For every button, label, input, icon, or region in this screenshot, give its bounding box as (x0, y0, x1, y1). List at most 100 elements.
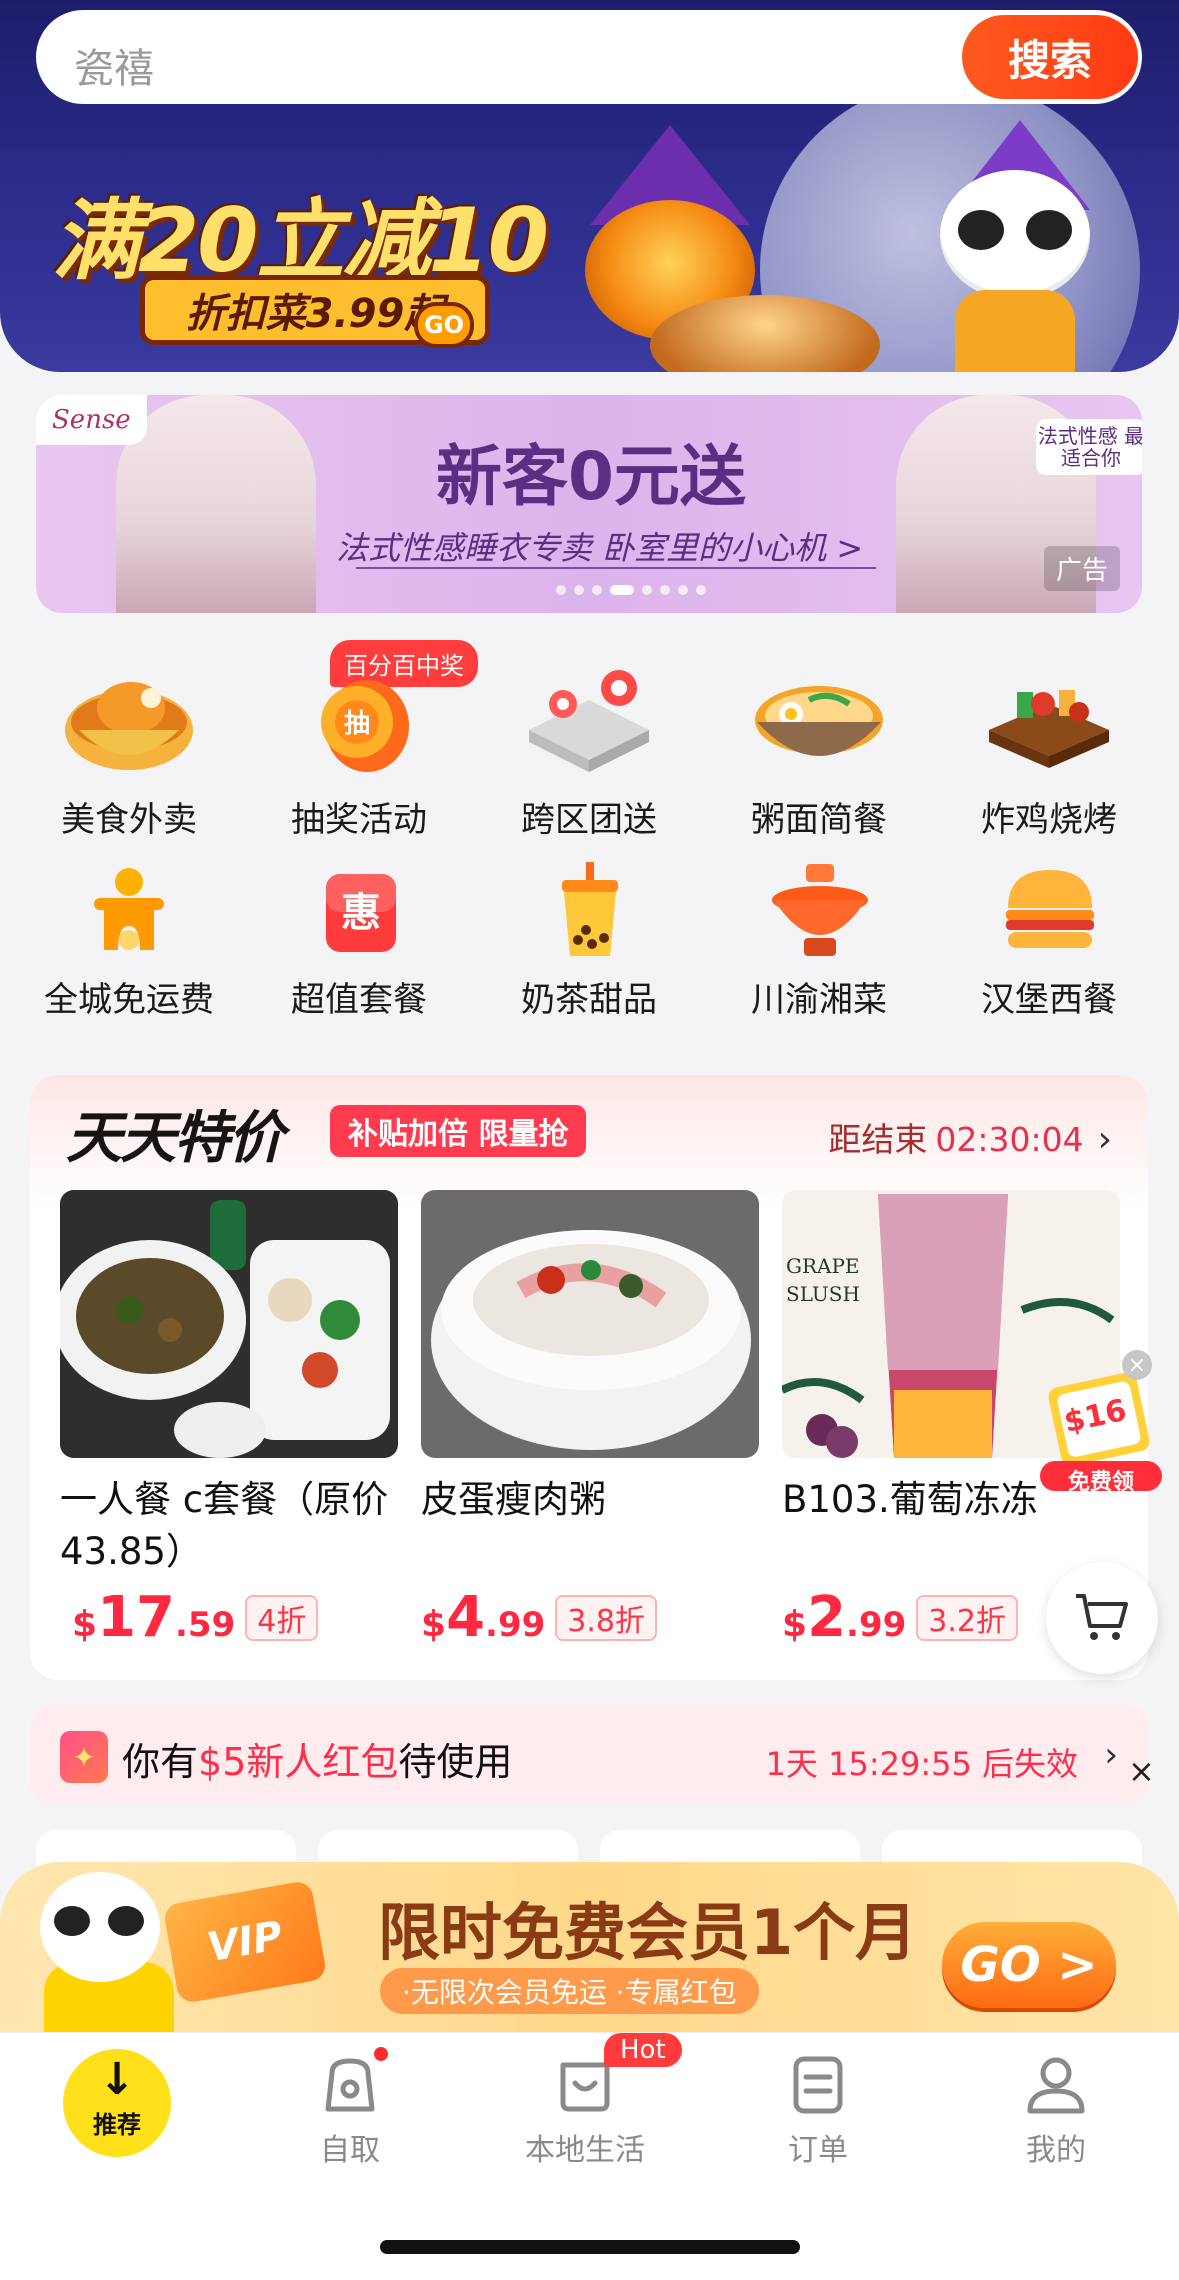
tab-local-life[interactable]: 本地生活 (485, 2053, 685, 2169)
search-input[interactable]: 瓷禧 (74, 36, 154, 94)
category-label: 全城免运费 (44, 980, 214, 1020)
category-porridge-noodles[interactable]: 粥面简餐 (704, 660, 934, 841)
red-packet-text: 你有$5新人红包待使用 (122, 1740, 513, 1784)
search-bar[interactable]: 瓷禧 搜索 (36, 10, 1142, 104)
ad-label: 广告 (1043, 546, 1120, 591)
scooter-icon (74, 860, 184, 960)
bag-icon (318, 2053, 382, 2117)
category-sichuan-hunan[interactable]: 川渝湘菜 (704, 860, 934, 1021)
category-label: 跨区团送 (521, 800, 657, 840)
map-pin-icon (519, 660, 659, 780)
lottery-icon: 抽 (289, 660, 429, 780)
close-icon[interactable]: × (1122, 1350, 1152, 1380)
panda-mascot (940, 170, 1090, 300)
category-label: 汉堡西餐 (981, 980, 1117, 1020)
discount-badge: 3.2折 (916, 1594, 1018, 1641)
panda-mascot (40, 1872, 160, 1982)
category-label: 奶茶甜品 (521, 980, 657, 1020)
vip-go-button[interactable]: GO > (942, 1922, 1116, 2008)
red-packet-icon: ✦ (60, 1731, 108, 1783)
vip-title: 限时免费会员1个月 (378, 1896, 918, 1969)
home-indicator[interactable] (380, 2240, 800, 2254)
tab-label: 本地生活 (525, 2133, 645, 2168)
deal-item-image (421, 1190, 759, 1458)
deals-countdown[interactable]: 距结束 02:30:04 › (828, 1113, 1112, 1161)
cart-button[interactable] (1046, 1562, 1158, 1674)
tab-label: 推荐 (93, 2111, 141, 2139)
bubble-tea-icon (534, 860, 644, 960)
vip-subtitle: ·无限次会员免运 ·专属红包 (380, 1968, 759, 2014)
red-packet-expire: 1天 15:29:55 后失效 (765, 1745, 1078, 1783)
deal-item-price: $4.99 3.8折 (421, 1585, 657, 1650)
red-packet-bar[interactable]: ✦ 你有$5新人红包待使用 1天 15:29:55 后失效 › (30, 1705, 1148, 1805)
ad-title: 新客0元送 (436, 438, 746, 515)
coupon-float[interactable]: $16 免费领 (1040, 1365, 1162, 1495)
user-icon (1024, 2053, 1088, 2117)
close-icon[interactable]: × (1128, 1752, 1155, 1790)
deal-item-name: 皮蛋瘦肉粥 (421, 1478, 606, 1521)
slush-label: GRAPE SLUSH (786, 1254, 860, 1306)
discount-icon: 惠 (304, 860, 414, 960)
category-fried-bbq[interactable]: 炸鸡烧烤 (934, 660, 1164, 841)
deal-item-name: 一人餐 c套餐（原价43.85） (60, 1478, 389, 1573)
category-cross-district[interactable]: 跨区团送 (474, 660, 704, 841)
arrow-down-icon: ↓ (98, 2054, 136, 2105)
deal-item-price: $17.59 4折 (72, 1585, 319, 1650)
promo-go-badge[interactable]: GO (414, 302, 474, 348)
deal-item[interactable]: 皮蛋瘦肉粥 (421, 1190, 759, 1526)
deal-item-image (60, 1190, 398, 1458)
chevron-right-icon: › (1097, 1119, 1112, 1160)
category-lottery[interactable]: 抽 抽奖活动 (244, 660, 474, 841)
category-milk-tea[interactable]: 奶茶甜品 (474, 860, 704, 1021)
countdown-time: 02:30:04 (935, 1120, 1084, 1159)
vip-banner[interactable]: VIP 限时免费会员1个月 ·无限次会员免运 ·专属红包 GO > (0, 1862, 1179, 2032)
countdown-label: 距结束 (828, 1120, 928, 1159)
category-label: 美食外卖 (61, 800, 197, 840)
noodle-bowl-icon (749, 660, 889, 780)
vip-card: VIP (162, 1879, 328, 2005)
hero-banner[interactable]: 满20立减10 折扣菜3.99起 GO 瓷禧 搜索 (0, 0, 1179, 372)
deals-title: 天天特价 (66, 1106, 284, 1171)
category-free-delivery[interactable]: 全城免运费 (14, 860, 244, 1021)
tab-orders[interactable]: 订单 (718, 2053, 918, 2169)
ad-brand-logo: Sense (36, 395, 147, 445)
svg-text:抽: 抽 (344, 709, 370, 739)
category-label: 川渝湘菜 (751, 980, 887, 1020)
carousel-dots (556, 585, 706, 595)
category-label: 超值套餐 (291, 980, 427, 1020)
deal-item[interactable]: 一人餐 c套餐（原价43.85） (60, 1190, 398, 1578)
daily-deals-card: 天天特价 补贴加倍 限量抢 距结束 02:30:04 › 一人餐 c套餐（原价43.… (30, 1075, 1148, 1680)
tab-label: 自取 (320, 2133, 380, 2168)
discount-badge: 4折 (245, 1594, 319, 1641)
ad-banner[interactable]: Sense 新客0元送 法式性感睡衣专卖 卧室里的小心机 > 法式性感 最适合你… (36, 395, 1142, 613)
ad-subtitle: 法式性感睡衣专卖 卧室里的小心机 > (336, 529, 864, 567)
tab-profile[interactable]: 我的 (956, 2053, 1156, 2169)
coupon-label: 免费领 (1067, 1470, 1134, 1495)
svg-text:惠: 惠 (341, 890, 381, 936)
category-burger-western[interactable]: 汉堡西餐 (934, 860, 1164, 1021)
tab-label: 订单 (788, 2133, 848, 2168)
search-button[interactable]: 搜索 (962, 15, 1138, 99)
category-grid: 百分百中奖 美食外卖 抽 抽奖活动 跨区团送 粥面简餐 炸鸡烧烤 全城免运费 惠… (0, 640, 1179, 1040)
category-food-delivery[interactable]: 美食外卖 (14, 660, 244, 841)
hotpot-icon (764, 860, 874, 960)
category-label: 炸鸡烧烤 (981, 800, 1117, 840)
discount-badge: 3.8折 (555, 1594, 657, 1641)
chevron-right-icon: › (1104, 1735, 1118, 1775)
hot-badge: Hot (604, 2033, 682, 2067)
deal-item-price: $2.99 3.2折 (782, 1585, 1018, 1650)
order-list-icon (786, 2053, 850, 2117)
skewer-icon (979, 660, 1119, 780)
category-value-meal[interactable]: 惠 超值套餐 (244, 860, 474, 1021)
food-bowl-icon (59, 660, 199, 780)
category-label: 抽奖活动 (291, 800, 427, 840)
tab-pickup[interactable]: 自取 (250, 2053, 450, 2169)
panda-body (955, 290, 1075, 372)
cart-icon (1076, 1594, 1128, 1640)
deals-tag: 补贴加倍 限量抢 (330, 1105, 587, 1157)
ad-tag: 法式性感 最适合你 (1036, 419, 1142, 475)
category-label: 粥面简餐 (751, 800, 887, 840)
tab-recommend[interactable]: ↓ 推荐 (63, 2049, 171, 2157)
notification-dot (374, 2047, 388, 2061)
tab-label: 我的 (1026, 2133, 1086, 2168)
